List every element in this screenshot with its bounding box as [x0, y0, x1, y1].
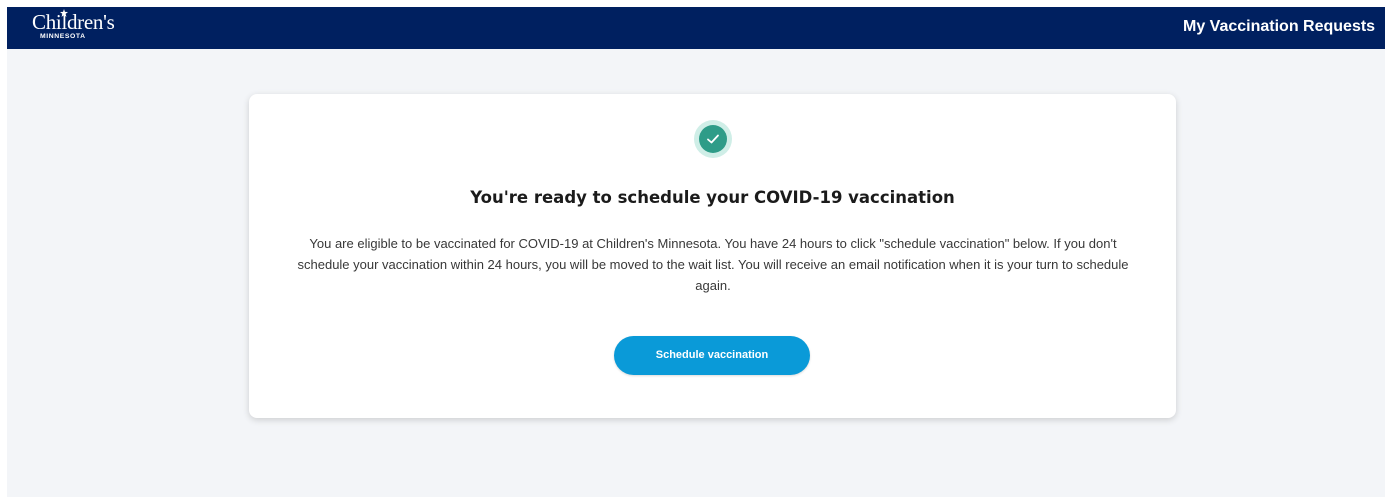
logo-subtext: MINNESOTA — [40, 33, 86, 40]
checkmark-icon — [707, 134, 719, 144]
check-circle-icon-inner — [699, 125, 727, 153]
logo-wordmark: Children's — [32, 10, 115, 34]
card-title: You're ready to schedule your COVID-19 v… — [470, 188, 955, 207]
childrens-minnesota-logo[interactable]: Children's MINNESOTA — [32, 9, 132, 43]
my-vaccination-requests-link[interactable]: My Vaccination Requests — [1183, 18, 1375, 36]
check-circle-icon — [694, 120, 732, 158]
scheduling-card: You're ready to schedule your COVID-19 v… — [249, 94, 1176, 418]
top-navigation-bar: Children's MINNESOTA My Vaccination Requ… — [7, 7, 1385, 49]
page-background: Children's MINNESOTA My Vaccination Requ… — [7, 7, 1385, 497]
eligibility-message: You are eligible to be vaccinated for CO… — [297, 236, 1129, 293]
logo-star-icon — [60, 9, 68, 17]
schedule-vaccination-button[interactable]: Schedule vaccination — [614, 336, 810, 375]
